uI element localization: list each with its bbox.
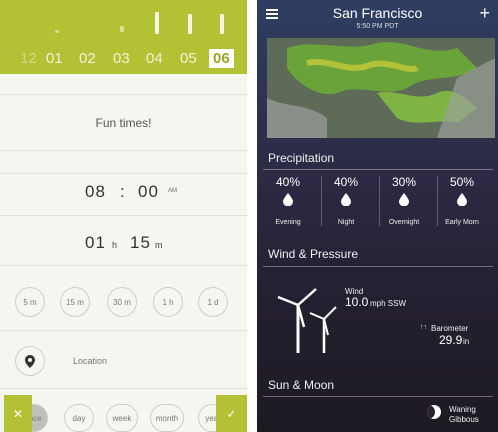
raindrop-icon — [341, 193, 351, 206]
quick-duration-button[interactable]: 1 d — [198, 287, 228, 317]
moon-phase-line1: Waning — [449, 405, 476, 414]
divider — [263, 396, 493, 397]
time-colon: : — [120, 182, 126, 201]
divider — [0, 265, 247, 266]
city-name: San Francisco — [332, 5, 423, 21]
raindrop-icon — [457, 193, 467, 206]
check-icon: ✓ — [226, 406, 237, 421]
hour-number-selected[interactable]: 06 — [209, 49, 234, 68]
precip-percent: 30% — [391, 175, 417, 189]
event-editor-panel: 12 01 02 03 04 05 06 Fun times! 08 : 00 … — [0, 0, 247, 432]
location-label[interactable]: Location — [73, 356, 107, 366]
divider — [0, 173, 247, 174]
event-title[interactable]: Fun times! — [0, 116, 247, 130]
moon-phase-line2: Gibbous — [449, 415, 479, 424]
hour-bar — [155, 12, 159, 34]
location-pin-icon[interactable] — [15, 346, 45, 376]
precipitation-title: Precipitation — [268, 151, 335, 165]
weather-panel: San Francisco 5:50 PM PDT + Precipitatio… — [257, 0, 498, 432]
city-time: 5:50 PM PDT — [356, 23, 399, 30]
hour-bar — [220, 14, 224, 34]
wind-turbine-icon — [277, 288, 337, 353]
hour-number[interactable]: 02 — [79, 50, 96, 67]
add-icon[interactable]: + — [479, 3, 490, 24]
repeat-option[interactable]: month — [150, 404, 184, 432]
precip-period-label: Overnight — [388, 219, 420, 226]
time-hour[interactable]: 08 — [85, 182, 106, 202]
hour-selector-bar[interactable]: 12 01 02 03 04 05 06 — [0, 0, 247, 74]
duration-minutes-unit: m — [155, 240, 163, 250]
precip-period-label: Evening — [275, 219, 301, 226]
moon-icon — [427, 405, 441, 419]
duration-minutes[interactable]: 15 — [130, 233, 151, 253]
repeat-option[interactable]: day — [64, 404, 94, 432]
hour-number[interactable]: 03 — [113, 50, 130, 67]
barometer-value: 29.9 — [439, 333, 463, 347]
time-ampm[interactable]: AM — [168, 188, 177, 194]
quick-duration-button[interactable]: 30 m — [107, 287, 137, 317]
duration-hours-unit: h — [112, 240, 118, 250]
hour-number[interactable]: 01 — [46, 50, 63, 67]
cancel-button[interactable]: ✕ — [4, 395, 32, 432]
hour-number[interactable]: 05 — [180, 50, 197, 67]
precip-percent: 50% — [449, 175, 475, 189]
confirm-button[interactable]: ✓ — [216, 395, 247, 432]
duration-hours[interactable]: 01 — [85, 233, 106, 253]
divider — [0, 94, 247, 95]
hour-bar — [188, 14, 192, 34]
barometer-arrows-icon: ↑↑ — [420, 324, 427, 331]
wind-value: 10.0 — [345, 295, 369, 309]
wind-pressure-title: Wind & Pressure — [268, 247, 359, 261]
precip-period-label: Night — [337, 219, 355, 226]
barometer-unit: in — [463, 337, 470, 346]
sun-moon-title: Sun & Moon — [268, 378, 335, 392]
hour-bar — [55, 30, 59, 33]
close-icon: ✕ — [12, 406, 24, 421]
precip-period-label: Early Morn — [445, 219, 479, 226]
repeat-option[interactable]: week — [106, 404, 138, 432]
barometer-label: Barometer — [431, 324, 469, 333]
hour-number[interactable]: 04 — [146, 50, 163, 67]
divider — [0, 330, 247, 331]
quick-duration-button[interactable]: 1 h — [153, 287, 183, 317]
quick-duration-button[interactable]: 5 m — [15, 287, 45, 317]
raindrop-icon — [283, 193, 293, 206]
time-minute[interactable]: 00 — [138, 182, 159, 202]
divider — [0, 215, 247, 216]
wind-unit: mph SSW — [370, 299, 407, 308]
divider — [263, 169, 493, 170]
quick-duration-button[interactable]: 15 m — [60, 287, 90, 317]
raindrop-icon — [399, 193, 409, 206]
radar-map[interactable] — [267, 38, 495, 138]
divider — [263, 266, 493, 267]
hour-number[interactable]: 12 — [20, 50, 37, 67]
divider — [0, 150, 247, 151]
hour-bar — [120, 26, 124, 32]
divider — [0, 388, 247, 389]
precip-percent: 40% — [333, 175, 359, 189]
precip-percent: 40% — [275, 175, 301, 189]
